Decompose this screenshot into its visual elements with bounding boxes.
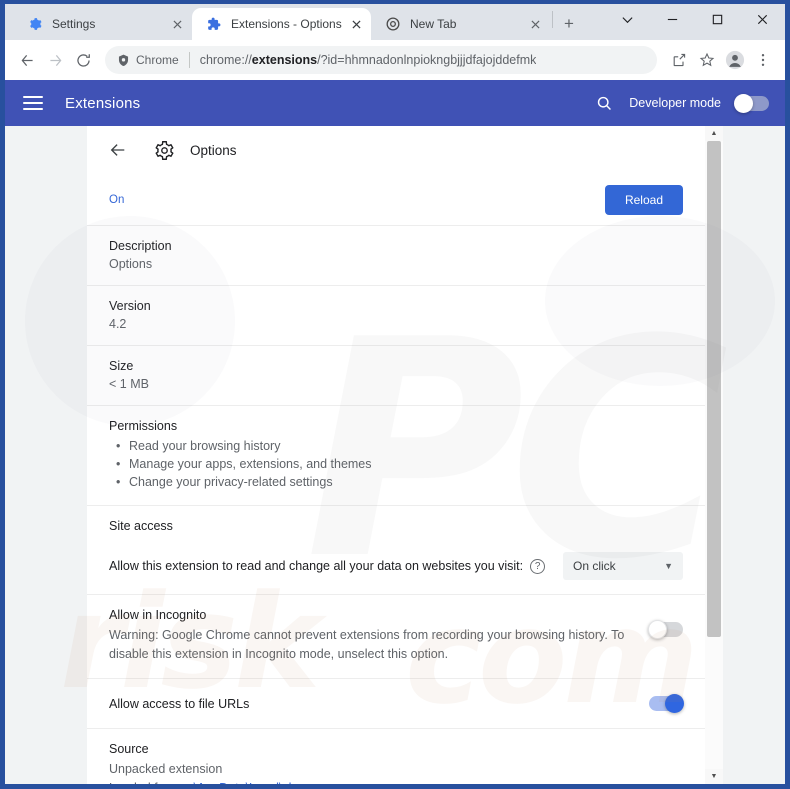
gear-icon xyxy=(27,16,43,32)
version-value: 4.2 xyxy=(109,317,127,331)
site-access-question: Allow this extension to read and change … xyxy=(109,559,524,573)
description-value: Options xyxy=(109,257,153,271)
site-info-chip[interactable]: Chrome xyxy=(117,53,179,67)
scrollbar-thumb[interactable] xyxy=(707,141,721,638)
extension-detail-card: Options On Reload Description Options Ve… xyxy=(87,126,705,784)
permissions-section: Permissions Read your browsing history M… xyxy=(87,406,705,506)
browser-window: Settings Extensions - Options New Tab + … xyxy=(0,0,790,789)
toggle-knob xyxy=(665,694,684,713)
tab-strip: Settings Extensions - Options New Tab + xyxy=(5,4,785,40)
tab-separator xyxy=(552,11,553,28)
permissions-list: Read your browsing history Manage your a… xyxy=(109,437,683,491)
scrollbar-track[interactable] xyxy=(705,141,723,769)
site-info-label: Chrome xyxy=(136,53,179,67)
star-icon[interactable] xyxy=(693,46,721,74)
window-controls xyxy=(605,4,785,40)
incognito-label: Allow in Incognito xyxy=(109,608,207,622)
back-arrow-icon[interactable] xyxy=(109,141,127,159)
hamburger-menu-icon[interactable] xyxy=(23,92,43,114)
url-prefix: chrome:// xyxy=(199,53,252,67)
site-access-row: Allow this extension to read and change … xyxy=(109,552,683,580)
tab-title: Extensions - Options xyxy=(231,17,342,31)
tab-close-icon[interactable] xyxy=(168,15,186,33)
file-urls-toggle[interactable] xyxy=(649,694,684,713)
detail-toolbar: Options xyxy=(87,126,705,174)
description-label: Description xyxy=(109,239,172,253)
extensions-header: Extensions Developer mode xyxy=(5,80,785,126)
loaded-from-label: Loaded from: xyxy=(109,781,183,784)
file-urls-section: Allow access to file URLs xyxy=(87,679,705,729)
reload-icon[interactable] xyxy=(69,46,97,74)
extension-name: Options xyxy=(190,142,237,158)
permissions-label: Permissions xyxy=(109,419,178,433)
loaded-from-path[interactable]: ~\AppData\Local\chrome xyxy=(186,781,324,784)
new-tab-button[interactable]: + xyxy=(555,10,583,38)
scroll-down-arrow-icon[interactable]: ▼ xyxy=(705,769,723,784)
page-title: Extensions xyxy=(65,94,141,112)
maximize-icon[interactable] xyxy=(695,4,740,35)
share-icon[interactable] xyxy=(665,46,693,74)
chevron-down-icon[interactable] xyxy=(605,4,650,35)
site-access-label: Site access xyxy=(109,519,173,533)
status-row: On Reload xyxy=(87,174,705,226)
source-value: Unpacked extension xyxy=(109,762,223,776)
reload-button[interactable]: Reload xyxy=(604,184,683,215)
address-bar[interactable]: Chrome chrome://extensions/?id=hhmnadonl… xyxy=(105,46,657,74)
tab-title: New Tab xyxy=(410,17,457,31)
site-access-select[interactable]: On click ▼ xyxy=(563,552,683,580)
extension-detail-page: Options On Reload Description Options Ve… xyxy=(5,126,785,784)
developer-mode-label: Developer mode xyxy=(629,96,721,110)
tab-new-tab[interactable]: New Tab xyxy=(371,8,550,40)
site-access-section: Site access Allow this extension to read… xyxy=(87,506,705,595)
list-item: Manage your apps, extensions, and themes xyxy=(109,455,683,473)
page-scrollbar[interactable]: ▲ ▼ xyxy=(705,126,723,784)
incognito-section: Allow in Incognito Warning: Google Chrom… xyxy=(87,595,705,679)
tab-close-icon[interactable] xyxy=(347,15,365,33)
version-section: Version 4.2 xyxy=(87,286,705,346)
toggle-knob xyxy=(648,620,667,639)
tab-title: Settings xyxy=(52,17,96,31)
tab-extensions-options[interactable]: Extensions - Options xyxy=(192,8,371,40)
toggle-knob xyxy=(734,93,753,113)
forward-arrow-icon[interactable] xyxy=(41,46,69,74)
help-icon[interactable]: ? xyxy=(530,558,546,574)
version-label: Version xyxy=(109,299,151,313)
profile-avatar-icon[interactable] xyxy=(721,46,749,74)
status-badge: On xyxy=(109,193,125,206)
puzzle-piece-icon xyxy=(206,16,222,32)
incognito-toggle[interactable] xyxy=(648,620,683,639)
three-dot-menu-icon[interactable] xyxy=(749,46,777,74)
site-access-selected-value: On click xyxy=(573,559,616,573)
browser-toolbar: Chrome chrome://extensions/?id=hhmnadonl… xyxy=(5,40,785,80)
source-section: Source Unpacked extension Loaded from: ~… xyxy=(87,729,705,784)
list-item: Change your privacy-related settings xyxy=(109,473,683,491)
incognito-warning: Warning: Google Chrome cannot prevent ex… xyxy=(109,628,625,661)
gear-icon xyxy=(154,140,175,161)
chevron-down-icon: ▼ xyxy=(664,561,673,571)
size-section: Size < 1 MB xyxy=(87,346,705,406)
url-suffix: /?id=hhmnadonlnpiokngbjjjdfajojddefmk xyxy=(317,53,537,67)
file-urls-label: Allow access to file URLs xyxy=(109,696,250,711)
description-section: Description Options xyxy=(87,226,705,286)
chrome-logo-icon xyxy=(385,16,401,32)
source-loaded-from: Loaded from: ~\AppData\Local\chrome xyxy=(109,779,683,784)
size-label: Size xyxy=(109,359,134,373)
tab-close-icon[interactable] xyxy=(526,15,544,33)
scroll-up-arrow-icon[interactable]: ▲ xyxy=(705,126,723,141)
list-item: Read your browsing history xyxy=(109,437,683,455)
url-highlight: extensions xyxy=(251,53,318,67)
developer-mode-toggle[interactable] xyxy=(734,93,769,113)
url-text: chrome://extensions/?id=hhmnadonlnpiokng… xyxy=(200,53,537,67)
close-icon[interactable] xyxy=(740,4,785,35)
shield-icon xyxy=(117,54,130,67)
size-value: < 1 MB xyxy=(109,377,149,391)
omnibox-divider xyxy=(188,52,190,68)
search-icon[interactable] xyxy=(596,95,613,112)
back-arrow-icon[interactable] xyxy=(13,46,41,74)
tab-settings[interactable]: Settings xyxy=(13,8,192,40)
minimize-icon[interactable] xyxy=(650,4,695,35)
header-right-controls: Developer mode xyxy=(596,93,769,113)
source-label: Source xyxy=(109,742,149,756)
